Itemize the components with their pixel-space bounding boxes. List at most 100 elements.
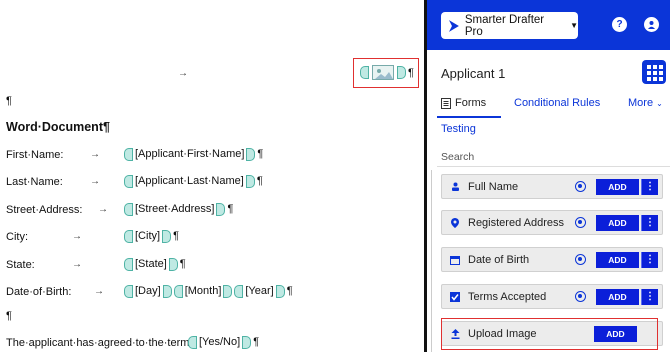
pilcrow: ¶ [408, 66, 414, 79]
field-label: Registered Address [468, 216, 564, 229]
content-control-end [397, 66, 406, 79]
content-control-city[interactable]: [City] ¶ [124, 229, 179, 243]
more-options-icon[interactable]: ⋮ [641, 178, 658, 195]
tab-arrow: → [72, 259, 82, 270]
row-label: City: [6, 231, 28, 243]
upload-image-highlight [441, 318, 658, 350]
doc-row-city: City: [6, 231, 28, 243]
person-icon [450, 182, 460, 192]
apps-grid-button[interactable] [642, 60, 666, 84]
panel-header: Smarter Drafter Pro ▼ ? [427, 0, 670, 50]
content-control-date-of-birth[interactable]: [Day] [Month] [Year] ¶ [124, 284, 293, 298]
content-control-start [124, 147, 133, 161]
add-button[interactable]: ADD [596, 251, 639, 268]
tab-more[interactable]: More ⌄ [628, 97, 663, 109]
locate-target-icon[interactable] [575, 217, 586, 228]
placeholder-text: [Year] [245, 285, 274, 297]
add-button[interactable]: ADD [596, 214, 639, 231]
search-label[interactable]: Search [441, 151, 474, 163]
doc-row-last-name: Last·Name: [6, 176, 63, 188]
placeholder-text: [State] [135, 258, 167, 270]
content-control-start [124, 284, 133, 298]
tab-forms[interactable]: Forms [441, 97, 486, 109]
tab-conditional-rules[interactable]: Conditional Rules [514, 97, 600, 109]
locate-target-icon[interactable] [575, 254, 586, 265]
row-label: Date·of·Birth: [6, 286, 72, 298]
pilcrow: ¶ [257, 148, 264, 160]
form-icon [441, 97, 451, 109]
content-control-start [124, 202, 133, 216]
content-control-end [223, 284, 233, 298]
placeholder-text: [Applicant·First·Name] [135, 148, 245, 160]
content-control-last-name[interactable]: [Applicant·Last·Name] ¶ [124, 174, 263, 188]
document-heading: Word·Document¶ [6, 120, 110, 134]
content-control-start [124, 229, 133, 243]
content-control-end [245, 174, 255, 188]
content-control-end [162, 284, 172, 298]
pilcrow: ¶ [256, 175, 263, 187]
content-control-first-name[interactable]: [Applicant·First·Name] ¶ [124, 147, 263, 161]
calendar-icon [450, 255, 460, 265]
picture-content-control[interactable]: ¶ [360, 65, 414, 80]
locate-target-icon[interactable] [575, 291, 586, 302]
field-row-date-of-birth[interactable]: Date of Birth ADD ⋮ [441, 247, 663, 272]
word-document-page: → ¶ ¶ Word·Document¶ First·Name: → [Appl… [0, 0, 424, 352]
add-button[interactable]: ADD [596, 178, 639, 195]
content-control-end [168, 257, 178, 271]
placeholder-text: [Month] [184, 285, 222, 297]
doc-row-terms: The·applicant·has·agreed·to·the·terms [6, 337, 195, 349]
empty-paragraph: ¶ [6, 310, 12, 322]
placeholder-text: [Yes/No] [199, 336, 241, 348]
doc-row-state: State: [6, 259, 35, 271]
empty-paragraph: ¶ [6, 95, 12, 107]
content-control-terms[interactable]: [Yes/No] ¶ [188, 335, 259, 349]
field-row-full-name[interactable]: Full Name ADD ⋮ [441, 174, 663, 199]
tab-arrow: → [72, 231, 82, 242]
doc-row-street-address: Street·Address: [6, 204, 82, 216]
more-options-icon[interactable]: ⋮ [641, 288, 658, 305]
content-control-end [275, 284, 285, 298]
image-placeholder-icon [372, 65, 394, 80]
tab-arrow: → [90, 149, 100, 160]
locate-target-icon[interactable] [575, 181, 586, 192]
pilcrow: ¶ [173, 230, 179, 242]
app-logo-icon [449, 19, 459, 32]
content-control-start [173, 284, 183, 298]
smarter-drafter-panel: Smarter Drafter Pro ▼ ? Applicant 1 Form… [427, 0, 670, 352]
field-row-terms-accepted[interactable]: Terms Accepted ADD ⋮ [441, 284, 663, 309]
tab-arrow: → [98, 204, 108, 215]
content-control-end [162, 229, 172, 243]
app-selector-dropdown[interactable]: Smarter Drafter Pro ▼ [441, 12, 578, 39]
user-icon[interactable] [644, 17, 659, 32]
tab-arrow: → [94, 286, 104, 297]
pilcrow: ¶ [227, 203, 234, 215]
row-label: Last·Name: [6, 176, 63, 188]
tab-more-label: More [628, 97, 654, 109]
content-control-end [216, 202, 226, 216]
tab-arrow: → [178, 68, 188, 79]
content-control-state[interactable]: [State] ¶ [124, 257, 186, 271]
pilcrow: ¶ [179, 258, 186, 270]
location-pin-icon [450, 217, 460, 228]
tab-forms-label: Forms [455, 97, 487, 109]
field-label: Terms Accepted [468, 290, 547, 303]
tab-testing[interactable]: Testing [441, 123, 476, 135]
field-row-registered-address[interactable]: Registered Address ADD ⋮ [441, 210, 663, 235]
help-icon[interactable]: ? [612, 17, 627, 32]
more-options-icon[interactable]: ⋮ [641, 214, 658, 231]
content-control-start [234, 284, 244, 298]
placeholder-text: [Street·Address] [135, 203, 215, 215]
add-button[interactable]: ADD [596, 288, 639, 305]
field-label: Full Name [468, 180, 519, 193]
content-control-end [242, 335, 252, 349]
content-control-street-address[interactable]: [Street·Address] ¶ [124, 202, 233, 216]
doc-row-date-of-birth: Date·of·Birth: [6, 286, 71, 298]
row-label: First·Name: [6, 149, 64, 161]
checkbox-icon [450, 291, 460, 302]
row-label: Street·Address: [6, 204, 83, 216]
app-name: Smarter Drafter Pro [464, 13, 545, 38]
more-options-icon[interactable]: ⋮ [641, 251, 658, 268]
content-control-start [124, 174, 133, 188]
placeholder-text: [City] [135, 230, 161, 242]
placeholder-text: [Applicant·Last·Name] [135, 175, 244, 187]
